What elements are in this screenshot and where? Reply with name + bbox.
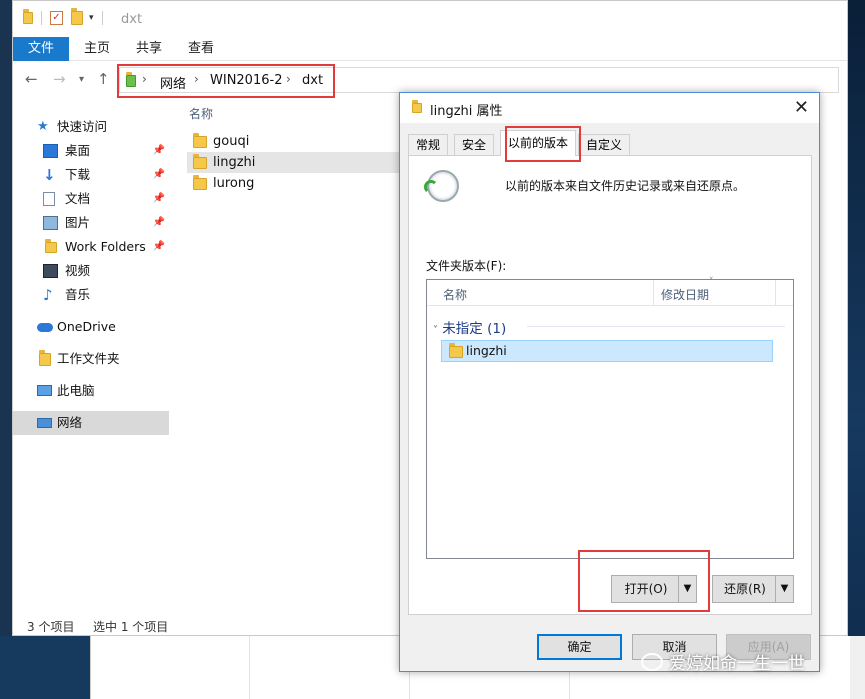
- customize-toolbar-icon[interactable]: ▾: [89, 13, 94, 23]
- folder-icon: [193, 133, 207, 148]
- chevron-down-icon: ˅: [433, 325, 438, 336]
- highlight-box-address: [117, 64, 335, 98]
- video-icon: [43, 264, 58, 278]
- column-header-modified[interactable]: 修改日期: [661, 286, 709, 303]
- file-list: 名称 gouqi lingzhi lurong: [183, 98, 413, 618]
- folder-icon: [449, 343, 463, 358]
- network-icon: [37, 418, 52, 428]
- dialog-title: lingzhi 属性: [430, 104, 503, 119]
- sidebar-item-onedrive[interactable]: OneDrive: [13, 315, 169, 339]
- folder-icon: [412, 100, 422, 113]
- versions-label: 文件夹版本(F):: [426, 259, 507, 273]
- desktop-background-right: [848, 0, 865, 699]
- pin-icon[interactable]: 📌: [153, 187, 165, 211]
- recent-locations-chevron-icon[interactable]: ▾: [79, 74, 84, 85]
- back-arrow-icon[interactable]: ←: [25, 70, 38, 88]
- pin-icon[interactable]: 📌: [153, 235, 165, 259]
- sidebar-item-music[interactable]: ♪ 音乐: [13, 283, 169, 307]
- forward-arrow-icon[interactable]: →: [53, 70, 66, 88]
- sidebar-item-documents[interactable]: 文档 📌: [13, 187, 169, 211]
- dropdown-arrow-icon[interactable]: ▼: [775, 576, 793, 602]
- divider: [101, 11, 103, 25]
- restore-button[interactable]: 还原(R) ▼: [712, 575, 794, 603]
- previous-versions-panel: 以前的版本来自文件历史记录或来自还原点。 文件夹版本(F): 名称 修改日期 ˅…: [408, 155, 812, 615]
- sidebar-item-network[interactable]: 网络: [13, 411, 169, 435]
- ribbon: 文件 主页 共享 查看: [13, 37, 847, 61]
- navigation-pane: ★ 快速访问 桌面 📌 ↓ 下载 📌 文档 📌 图片 📌 Work Folder…: [13, 98, 169, 618]
- title-bar: ✓ ▾ dxt: [13, 1, 847, 37]
- music-icon: ♪: [43, 286, 53, 304]
- item-count: 3 个项目: [27, 620, 75, 634]
- wechat-icon: [641, 652, 663, 671]
- tab-view[interactable]: 查看: [183, 37, 219, 61]
- close-icon[interactable]: ✕: [794, 97, 809, 118]
- sidebar-item-work-folders[interactable]: Work Folders 📌: [13, 235, 169, 259]
- history-clock-icon: [424, 170, 459, 202]
- tab-share[interactable]: 共享: [131, 37, 167, 61]
- background-dark-area: [0, 636, 90, 699]
- ok-button[interactable]: 确定: [537, 634, 622, 660]
- folder-icon[interactable]: [23, 9, 33, 24]
- star-icon: ★: [37, 119, 49, 134]
- divider: [527, 326, 785, 327]
- tab-file[interactable]: 文件: [13, 37, 69, 61]
- pin-icon[interactable]: 📌: [153, 211, 165, 235]
- column-header-name[interactable]: 名称: [443, 286, 467, 303]
- description-text: 以前的版本来自文件历史记录或来自还原点。: [505, 179, 746, 193]
- sort-chevron-icon: ˅: [709, 277, 714, 287]
- selection-count: 选中 1 个项目: [93, 620, 169, 634]
- dialog-title-bar: lingzhi 属性 ✕: [400, 93, 819, 123]
- list-item[interactable]: lingzhi: [187, 152, 413, 173]
- versions-list-header: 名称 修改日期 ˅: [427, 277, 793, 306]
- list-item[interactable]: lurong: [187, 173, 413, 194]
- sidebar-item-downloads[interactable]: ↓ 下载 📌: [13, 163, 169, 187]
- highlight-box-tab: [505, 126, 581, 162]
- tab-home[interactable]: 主页: [79, 37, 115, 61]
- divider: [653, 280, 654, 306]
- pin-icon[interactable]: 📌: [153, 139, 165, 163]
- folder-icon: [45, 239, 57, 253]
- picture-icon: [43, 216, 58, 230]
- pin-icon[interactable]: 📌: [153, 163, 165, 187]
- group-header[interactable]: ˅ 未指定 (1): [433, 317, 506, 337]
- divider: [41, 11, 42, 25]
- divider: [775, 280, 776, 306]
- folder-icon: [193, 154, 207, 169]
- properties-dialog: lingzhi 属性 ✕ 常规 安全 以前的版本 自定义 以前的版本来自文件历史…: [399, 92, 820, 672]
- work-folder-icon: [39, 350, 51, 366]
- quick-access-toolbar: ✓ ▾: [23, 8, 111, 25]
- column-header-name[interactable]: 名称: [189, 105, 213, 122]
- sidebar-item-pictures[interactable]: 图片 📌: [13, 211, 169, 235]
- desktop-icon: [43, 144, 58, 158]
- sidebar-item-videos[interactable]: 视频: [13, 259, 169, 283]
- list-item[interactable]: gouqi: [187, 131, 413, 152]
- tab-customize[interactable]: 自定义: [578, 134, 631, 155]
- window-title: dxt: [121, 12, 143, 27]
- tab-security[interactable]: 安全: [454, 134, 495, 155]
- sidebar-item-desktop[interactable]: 桌面 📌: [13, 139, 169, 163]
- versions-list[interactable]: 名称 修改日期 ˅ ˅ 未指定 (1) lingzhi: [426, 277, 794, 559]
- cloud-icon: [37, 323, 53, 332]
- watermark: 爱婷如命一生一世: [641, 649, 805, 674]
- download-icon: ↓: [43, 166, 56, 184]
- document-icon: [43, 192, 55, 206]
- new-folder-icon[interactable]: [71, 8, 83, 25]
- divider: [249, 636, 250, 699]
- sidebar-item-this-pc[interactable]: 此电脑: [13, 379, 169, 403]
- folder-icon: [193, 175, 207, 190]
- highlight-box-open: [578, 550, 710, 612]
- up-arrow-icon[interactable]: ↑: [97, 70, 110, 88]
- properties-icon[interactable]: ✓: [50, 11, 63, 25]
- version-row[interactable]: lingzhi: [441, 340, 773, 362]
- computer-icon: [37, 385, 52, 396]
- tab-general[interactable]: 常规: [408, 134, 449, 155]
- sidebar-item-workfolders[interactable]: 工作文件夹: [13, 347, 169, 371]
- sidebar-item-quick-access[interactable]: ★ 快速访问: [13, 115, 169, 139]
